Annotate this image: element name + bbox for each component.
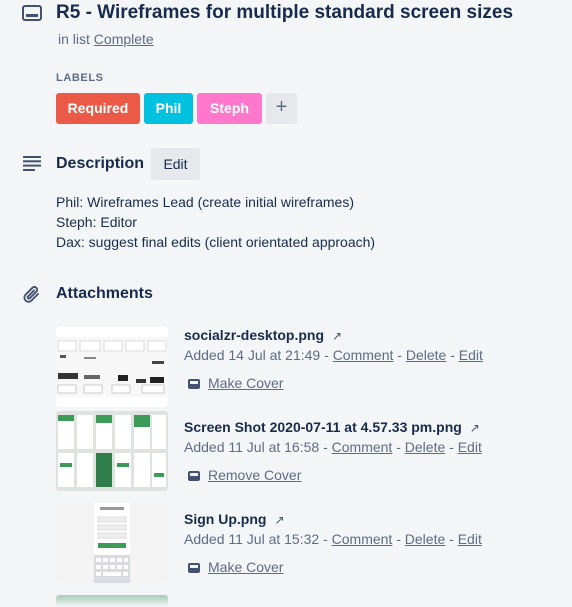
make-cover-button[interactable]: Make Cover <box>188 559 283 575</box>
edit-link[interactable]: Edit <box>458 439 482 455</box>
edit-link[interactable]: Edit <box>459 347 483 363</box>
card-title[interactable]: R5 - Wireframes for multiple standard sc… <box>56 2 513 24</box>
delete-link[interactable]: Delete <box>406 347 446 363</box>
make-cover-button[interactable]: Make Cover <box>188 375 283 391</box>
attachment-thumbnail[interactable] <box>56 503 168 583</box>
attachment-meta: Added 11 Jul at 16:58 - Comment - Delete… <box>184 439 482 455</box>
attachment-name[interactable]: socialzr-desktop.png ↗ <box>184 327 342 343</box>
attachment-added: Added 11 Jul at 16:58 <box>184 439 320 455</box>
attachment-thumbnail[interactable] <box>56 327 168 407</box>
edit-link[interactable]: Edit <box>458 531 482 547</box>
remove-cover-button[interactable]: Remove Cover <box>188 467 301 483</box>
scroll-fade <box>0 585 572 607</box>
description-line: Dax: suggest final edits (client orienta… <box>56 234 376 250</box>
attachment-meta: Added 14 Jul at 21:49 - Comment - Delete… <box>184 347 483 363</box>
description-line: Phil: Wireframes Lead (create initial wi… <box>56 194 354 210</box>
comment-link[interactable]: Comment <box>332 531 393 547</box>
attachment-thumbnail[interactable] <box>56 411 168 491</box>
attachment-name-text: socialzr-desktop.png <box>184 327 325 343</box>
attachment-name[interactable]: Sign Up.png ↗ <box>184 511 285 527</box>
external-link-icon[interactable]: ↗ <box>274 513 284 527</box>
in-list-prefix: in list <box>58 31 90 47</box>
paperclip-icon <box>23 286 39 303</box>
attachment-added: Added 11 Jul at 15:32 <box>184 531 320 547</box>
attachment-name[interactable]: Screen Shot 2020-07-11 at 4.57.33 pm.png… <box>184 419 480 435</box>
external-link-icon[interactable]: ↗ <box>332 329 342 343</box>
attachment-meta: Added 11 Jul at 15:32 - Comment - Delete… <box>184 531 482 547</box>
attachment-name-text: Sign Up.png <box>184 511 267 527</box>
description-line: Steph: Editor <box>56 214 137 230</box>
attachments-heading: Attachments <box>56 285 153 302</box>
label-required[interactable]: Required <box>56 93 140 124</box>
edit-description-button[interactable]: Edit <box>151 148 200 180</box>
description-heading: Description <box>56 155 145 172</box>
attachment-name-text: Screen Shot 2020-07-11 at 4.57.33 pm.png <box>184 419 462 435</box>
cover-icon <box>188 563 200 573</box>
cover-icon <box>188 379 200 389</box>
in-list-text: in list Complete <box>58 31 154 47</box>
card-icon <box>22 5 42 21</box>
external-link-icon[interactable]: ↗ <box>470 421 480 435</box>
description-lines-icon <box>23 156 41 171</box>
delete-link[interactable]: Delete <box>405 439 445 455</box>
delete-link[interactable]: Delete <box>405 531 445 547</box>
comment-link[interactable]: Comment <box>332 439 393 455</box>
list-link[interactable]: Complete <box>94 31 154 47</box>
attachment-added: Added 14 Jul at 21:49 <box>184 347 321 363</box>
comment-link[interactable]: Comment <box>333 347 394 363</box>
cover-icon <box>188 471 200 481</box>
label-steph[interactable]: Steph <box>197 93 262 124</box>
labels-heading: LABELS <box>56 72 104 84</box>
add-label-button[interactable]: + <box>266 93 297 124</box>
label-phil[interactable]: Phil <box>144 93 193 124</box>
